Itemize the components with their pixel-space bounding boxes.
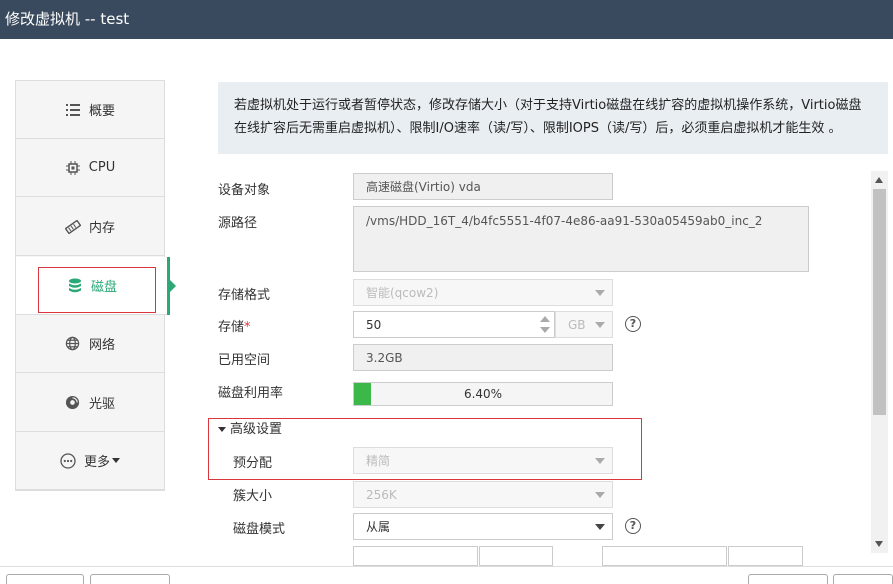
scroll-thumb[interactable] — [873, 189, 886, 415]
footer-button-2[interactable] — [90, 574, 170, 584]
next-row-input[interactable] — [353, 546, 478, 566]
source-label: 源路径 — [218, 216, 258, 231]
footer-button-4[interactable] — [833, 574, 893, 584]
nav-item-label: 光驱 — [88, 397, 115, 412]
cpu-chip-icon — [65, 160, 81, 176]
chevron-down-icon — [595, 321, 605, 328]
dialog-titlebar: 修改虚拟机 -- test — [0, 0, 893, 39]
nav-item-label: 内存 — [88, 221, 115, 236]
storage-size-value: 50 — [366, 317, 382, 332]
nav-item-cpu[interactable]: CPU — [16, 139, 164, 197]
next-row-input-2[interactable] — [602, 546, 727, 566]
chevron-down-icon — [595, 491, 605, 498]
cluster-size-label: 簇大小 — [233, 489, 273, 504]
cluster-size-select[interactable]: 256K — [353, 481, 613, 508]
stepper-up-icon[interactable] — [540, 316, 550, 322]
cluster-size-value: 256K — [366, 487, 397, 502]
disk-usage-percent: 6.40% — [463, 387, 503, 401]
disk-mode-label: 磁盘模式 — [233, 522, 286, 537]
disk-usage-label: 磁盘利用率 — [218, 386, 284, 401]
chevron-down-icon — [112, 458, 120, 463]
help-icon[interactable]: ? — [625, 518, 641, 534]
device-label: 设备对象 — [218, 183, 271, 198]
form-scrollbar[interactable] — [871, 171, 888, 553]
disk-mode-select[interactable]: 从属 — [353, 513, 613, 540]
disk-highlight-box — [38, 267, 156, 313]
source-path-field: /vms/HDD_16T_4/b4fc5551-4f07-4e86-aa91-5… — [353, 206, 809, 272]
device-field: 高速磁盘(Virtio) vda — [353, 173, 613, 200]
nav-item-network[interactable]: 网络 — [16, 315, 164, 373]
nav-item-label: 概要 — [88, 104, 115, 119]
disk-usage-fill — [354, 383, 371, 405]
disc-icon — [65, 395, 81, 411]
source-path-value: /vms/HDD_16T_4/b4fc5551-4f07-4e86-aa91-5… — [366, 214, 763, 228]
storage-unit-value: GB — [568, 317, 586, 332]
storage-label: 存储* — [218, 320, 251, 335]
format-value: 智能(qcow2) — [366, 286, 439, 300]
nav-item-label: CPU — [88, 160, 116, 175]
disk-mode-value: 从属 — [366, 520, 391, 534]
memory-icon — [64, 219, 81, 235]
device-value: 高速磁盘(Virtio) vda — [366, 180, 481, 194]
nav-item-label: 网络 — [88, 338, 115, 353]
disk-usage-progress: 6.40% — [353, 382, 613, 406]
globe-icon — [65, 336, 81, 352]
stepper-down-icon[interactable] — [540, 327, 550, 333]
dialog-title: 修改虚拟机 -- test — [5, 10, 130, 28]
format-select[interactable]: 智能(qcow2) — [353, 279, 613, 306]
used-space-field: 3.2GB — [353, 344, 613, 371]
nav-item-label: 更多 — [83, 455, 110, 470]
scroll-up-icon[interactable] — [875, 177, 883, 183]
advanced-highlight-box — [208, 418, 642, 480]
notice-banner: 若虚拟机处于运行或者暂停状态，修改存储大小（对于支持Virtio磁盘在线扩容的虚… — [218, 82, 888, 154]
more-dots-icon — [60, 452, 76, 469]
list-icon — [65, 102, 81, 118]
footer-button-3[interactable] — [748, 574, 828, 584]
next-row-select-2[interactable] — [728, 546, 803, 566]
next-row-select[interactable] — [479, 546, 553, 566]
nav-item-more[interactable]: 更多 — [16, 432, 164, 490]
scroll-down-icon[interactable] — [875, 541, 883, 547]
nav-item-summary[interactable]: 概要 — [16, 81, 164, 139]
nav-item-memory[interactable]: 内存 — [16, 198, 164, 256]
used-space-label: 已用空间 — [218, 353, 271, 368]
storage-size-input[interactable]: 50 — [353, 311, 555, 338]
help-icon[interactable]: ? — [625, 316, 641, 332]
footer-button-1[interactable] — [6, 574, 84, 584]
storage-unit-select[interactable]: GB — [555, 311, 613, 338]
format-label: 存储格式 — [218, 288, 271, 303]
used-space-value: 3.2GB — [366, 350, 403, 365]
chevron-down-icon — [595, 523, 605, 530]
nav-item-optical[interactable]: 光驱 — [16, 374, 164, 432]
chevron-down-icon — [595, 289, 605, 296]
